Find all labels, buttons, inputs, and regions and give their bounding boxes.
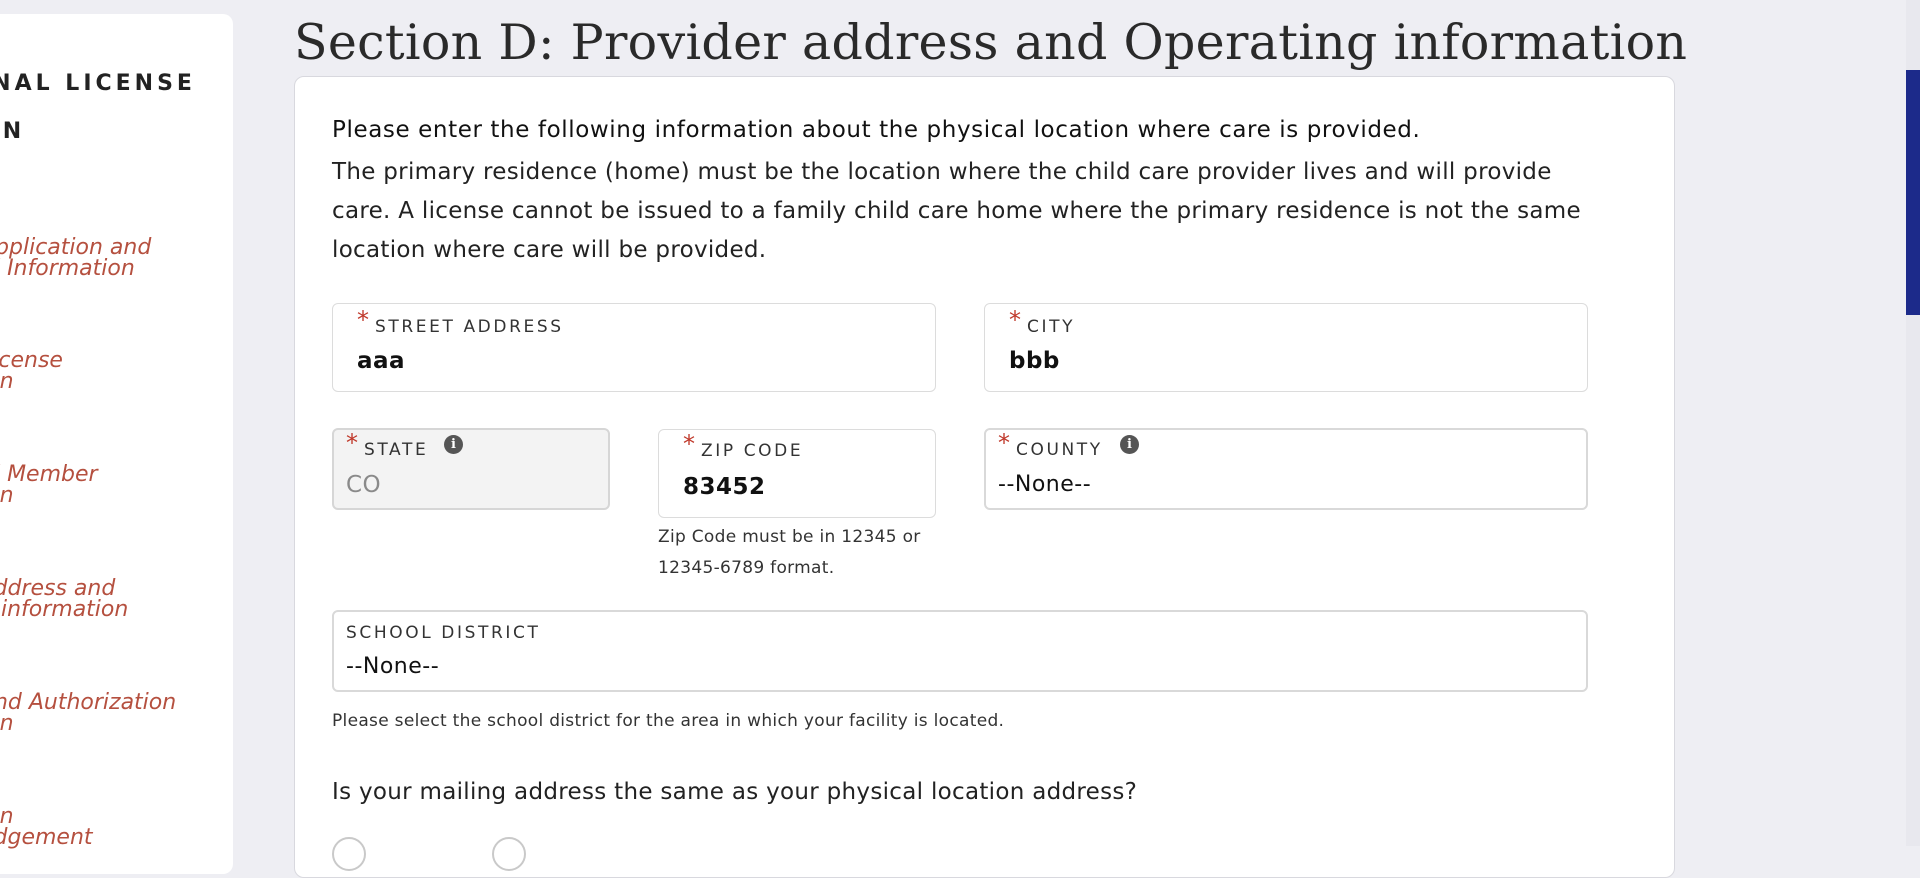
section-name[interactable]: address and g information — [0, 576, 129, 622]
section-name-line2: ion — [0, 483, 14, 508]
sidebar-item-section-e[interactable]: E und Authorization ion — [0, 659, 177, 736]
section-name-line2: ld Information — [0, 256, 135, 281]
sidebar-nav: INAL LICENSE ON A Application and ld Inf… — [0, 14, 233, 874]
city-label: CITY — [1027, 317, 1076, 337]
required-marker: * — [683, 430, 695, 458]
section-letter: D — [0, 545, 128, 569]
required-marker: * — [357, 306, 369, 334]
section-name-line1: ld Member — [0, 462, 98, 487]
section-name-line2: ion — [0, 711, 14, 736]
zip-code-label: ZIP CODE — [701, 441, 804, 461]
school-district-label: SCHOOL DISTRICT — [346, 623, 541, 643]
zip-code-help: Zip Code must be in 12345 or 12345-6789 … — [658, 527, 921, 578]
scrollbar-thumb[interactable] — [1906, 70, 1920, 315]
county-label: COUNTY — [1016, 440, 1103, 460]
section-name-line1: Application and — [0, 235, 152, 260]
sidebar-header-line1: INAL LICENSE — [0, 71, 196, 96]
section-letter: B — [0, 317, 63, 341]
section-name[interactable]: und Authorization ion — [0, 690, 177, 736]
mailing-address-question: Is your mailing address the same as your… — [332, 779, 1138, 805]
section-name-line2: ion — [0, 369, 14, 394]
page-title: Section D: Provider address and Operatin… — [294, 14, 1688, 71]
required-marker: * — [1009, 306, 1021, 334]
city-field[interactable]: * CITY bbb — [984, 303, 1588, 392]
section-name[interactable]: ion edgement — [0, 804, 93, 850]
required-marker: * — [998, 429, 1010, 457]
city-input[interactable]: bbb — [1009, 348, 1060, 374]
street-address-input[interactable]: aaa — [357, 348, 405, 374]
sidebar-item-section-d[interactable]: D address and g information — [0, 545, 129, 622]
mailing-yes-radio[interactable] — [332, 837, 366, 871]
section-letter: F — [0, 773, 93, 797]
section-name-line2: g information — [0, 597, 129, 622]
section-name-line1: und Authorization — [0, 690, 177, 715]
intro-instruction: Please enter the following information a… — [332, 117, 1421, 143]
zip-code-field[interactable]: * ZIP CODE 83452 — [658, 429, 936, 518]
state-input: CO — [346, 472, 382, 498]
section-name[interactable]: Application and ld Information — [0, 235, 152, 281]
school-district-select[interactable]: SCHOOL DISTRICT --None-- — [332, 610, 1588, 692]
info-icon[interactable]: i — [1120, 435, 1139, 454]
section-name-line1: License — [0, 348, 63, 373]
county-select[interactable]: * COUNTY i --None-- — [984, 428, 1588, 510]
sidebar-item-section-a[interactable]: A Application and ld Information — [0, 204, 152, 281]
section-name-line1: address and — [0, 576, 116, 601]
section-name[interactable]: License ion — [0, 348, 63, 394]
street-address-label: STREET ADDRESS — [375, 317, 564, 337]
sidebar-item-section-f[interactable]: F ion edgement — [0, 773, 93, 850]
section-name-line1: ion — [0, 804, 14, 829]
county-selected-value[interactable]: --None-- — [998, 472, 1091, 497]
zip-code-input[interactable]: 83452 — [683, 474, 766, 500]
info-icon[interactable]: i — [444, 435, 463, 454]
section-letter: A — [0, 204, 151, 228]
sidebar-item-section-b[interactable]: B License ion — [0, 317, 63, 394]
sidebar-item-section-c[interactable]: C ld Member ion — [0, 431, 98, 508]
mailing-no-radio[interactable] — [492, 837, 526, 871]
state-field: * STATE i CO — [332, 428, 610, 510]
section-letter: C — [0, 431, 98, 455]
sidebar-header: INAL LICENSE ON — [0, 60, 196, 156]
section-name-line2: edgement — [0, 825, 93, 850]
section-name[interactable]: ld Member ion — [0, 462, 98, 508]
state-label: STATE — [364, 440, 429, 460]
sidebar-header-line2: ON — [0, 119, 26, 144]
form-card: Please enter the following information a… — [294, 76, 1675, 878]
school-district-help: Please select the school district for th… — [332, 711, 1005, 731]
street-address-field[interactable]: * STREET ADDRESS aaa — [332, 303, 936, 392]
school-district-selected-value[interactable]: --None-- — [346, 654, 439, 679]
section-letter: E — [0, 659, 176, 683]
required-marker: * — [346, 429, 358, 457]
intro-description: The primary residence (home) must be the… — [332, 159, 1581, 263]
